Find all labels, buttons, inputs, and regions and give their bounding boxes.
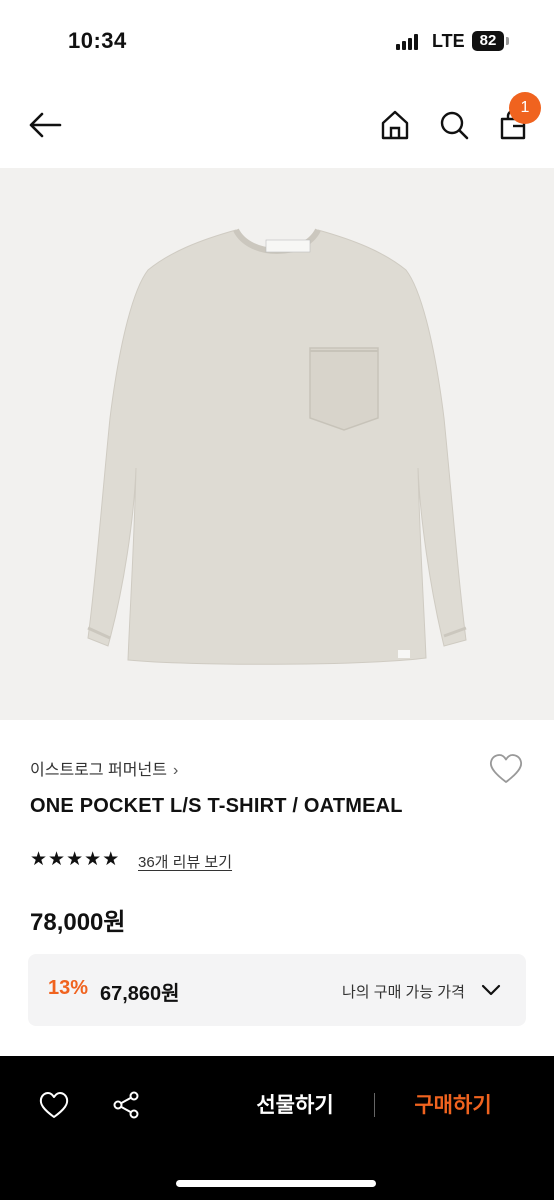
search-button[interactable] (437, 108, 471, 142)
star-icon: ★ (84, 849, 102, 870)
search-icon (440, 111, 469, 140)
top-navigation: 1 (0, 84, 554, 168)
home-button[interactable] (378, 108, 412, 142)
battery-cap (506, 37, 509, 45)
brand-link[interactable]: 이스트로그 퍼머넌트 › (30, 756, 178, 780)
product-name: ONE POCKET L/S T-SHIRT / OATMEAL (30, 795, 403, 817)
star-icon: ★ (102, 849, 120, 870)
back-arrow-icon (29, 112, 62, 138)
home-indicator[interactable] (176, 1180, 376, 1187)
home-icon (381, 110, 409, 140)
gift-button[interactable]: 선물하기 (228, 1090, 362, 1122)
buy-button[interactable]: 구매하기 (384, 1090, 522, 1122)
heart-icon (489, 754, 523, 783)
status-bar: 10:34 LTE 82 (0, 0, 554, 84)
star-icon: ★ (30, 849, 48, 870)
share-icon (113, 1091, 139, 1119)
divider (374, 1093, 375, 1117)
back-button[interactable] (26, 110, 64, 140)
product-price: 78,000원 (30, 909, 126, 936)
discount-price-dropdown[interactable]: 13% 67,860원 나의 구매 가능 가격 (28, 954, 526, 1026)
product-image[interactable] (0, 168, 554, 720)
bottom-action-bar: 선물하기 구매하기 (0, 1056, 554, 1200)
chevron-down-icon (481, 984, 501, 996)
discount-price: 67,860원 (100, 983, 180, 1005)
brand-name: 이스트로그 퍼머넌트 (30, 762, 167, 779)
review-link[interactable]: 36개 리뷰 보기 (138, 851, 232, 872)
battery-level: 82 (472, 31, 504, 51)
rating-stars: ★ ★ ★ ★ ★ (30, 849, 119, 871)
heart-icon (39, 1092, 69, 1118)
discount-label: 나의 구매 가능 가격 (342, 984, 465, 1001)
wishlist-button[interactable] (488, 752, 524, 786)
star-icon: ★ (66, 849, 84, 870)
star-icon: ★ (48, 849, 66, 870)
share-button[interactable] (110, 1089, 142, 1121)
like-button[interactable] (38, 1090, 70, 1120)
shirt-illustration (87, 228, 467, 665)
chevron-right-icon: › (172, 762, 179, 779)
signal-strength-icon (396, 34, 424, 50)
discount-rate: 13% (48, 977, 89, 999)
status-time: 10:34 (68, 28, 127, 53)
cart-count-badge: 1 (509, 92, 541, 124)
network-type: LTE (432, 31, 465, 51)
